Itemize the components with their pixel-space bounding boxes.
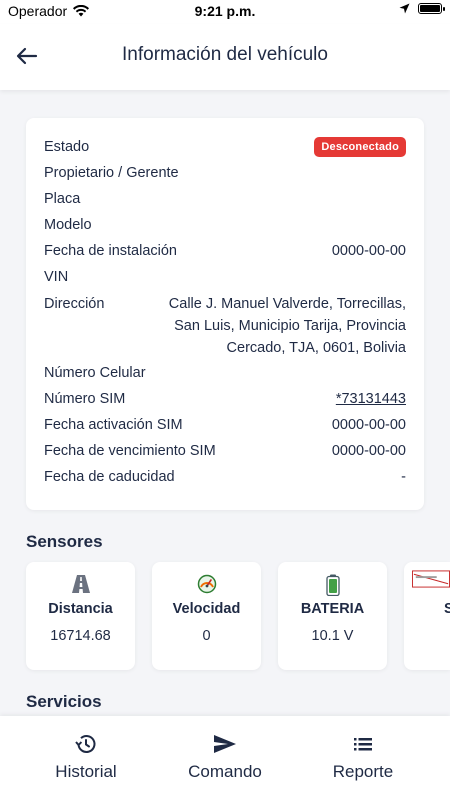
modelo-label: Modelo: [44, 217, 92, 233]
sensor-label: S: [444, 601, 450, 617]
sensor-label: Distancia: [48, 601, 113, 617]
nav-historial-label: Historial: [55, 762, 117, 781]
send-icon: [150, 732, 300, 758]
sensor-card-bateria[interactable]: BATERIA 10.1 V: [278, 562, 387, 670]
sensor-value: 0: [202, 628, 211, 644]
fecha-vencimiento-row: Fecha de vencimiento SIM 0000-00-00: [44, 443, 406, 459]
speedometer-icon: [152, 574, 261, 596]
status-right: [399, 3, 445, 14]
numero-sim-label: Número SIM: [44, 391, 126, 407]
vehicle-info-card: Estado Desconectado Propietario / Gerent…: [26, 118, 424, 510]
services-section-title: Servicios: [26, 692, 102, 711]
sensor-card-partial[interactable]: S: [404, 562, 450, 670]
sensor-label: BATERIA: [300, 601, 365, 617]
numero-sim-link[interactable]: *73131443: [336, 391, 406, 407]
estado-label: Estado: [44, 139, 90, 155]
placa-label: Placa: [44, 191, 81, 207]
direccion-row: Dirección Calle J. Manuel Valverde, Torr…: [44, 293, 406, 359]
sensor-value: 16714.68: [50, 628, 111, 644]
bottom-nav: Historial Comando Reporte: [0, 716, 450, 800]
numero-sim-row: Número SIM *73131443: [44, 391, 406, 407]
propietario-row: Propietario / Gerente: [44, 165, 406, 181]
nav-comando[interactable]: Comando: [150, 732, 300, 782]
clock: 9:21 p.m.: [194, 3, 256, 19]
list-icon: [288, 732, 438, 758]
nav-historial[interactable]: Historial: [11, 732, 161, 782]
status-bar: Operador 9:21 p.m.: [0, 0, 450, 24]
fecha-instalacion-row: Fecha de instalación 0000-00-00: [44, 243, 406, 259]
sensor-card-velocidad[interactable]: Velocidad 0: [152, 562, 261, 670]
vin-label: VIN: [44, 269, 69, 285]
fecha-activacion-row: Fecha activación SIM 0000-00-00: [44, 417, 406, 433]
nav-comando-label: Comando: [188, 762, 262, 781]
road-icon: [26, 574, 135, 596]
history-icon: [11, 732, 161, 758]
direccion-label: Dirección: [44, 296, 105, 312]
sensor-image-icon: [404, 570, 450, 592]
status-badge: Desconectado: [314, 137, 406, 157]
page-title: Información del vehículo: [122, 44, 328, 65]
sensor-label: Velocidad: [172, 601, 241, 617]
vin-row: VIN: [44, 269, 406, 285]
numero-celular-label: Número Celular: [44, 365, 146, 381]
battery-icon: [278, 574, 387, 596]
fecha-activacion-value: 0000-00-00: [331, 417, 406, 433]
location-arrow-icon: [399, 3, 410, 14]
fecha-instalacion-label: Fecha de instalación: [44, 243, 177, 259]
fecha-caducidad-value: -: [401, 469, 406, 485]
fecha-vencimiento-label: Fecha de vencimiento SIM: [44, 443, 216, 459]
sensor-value: 10.1 V: [311, 628, 354, 644]
direccion-value: Calle J. Manuel Valverde, Torrecillas, S…: [168, 296, 406, 356]
nav-reporte[interactable]: Reporte: [288, 732, 438, 782]
sensor-card-distancia[interactable]: Distancia 16714.68: [26, 562, 135, 670]
sensors-section-title: Sensores: [26, 532, 103, 551]
fecha-caducidad-label: Fecha de caducidad: [44, 469, 175, 485]
battery-status-icon: [418, 3, 445, 14]
fecha-caducidad-row: Fecha de caducidad -: [44, 469, 406, 485]
fecha-activacion-label: Fecha activación SIM: [44, 417, 183, 433]
fecha-vencimiento-value: 0000-00-00: [331, 443, 406, 459]
propietario-label: Propietario / Gerente: [44, 165, 179, 181]
fecha-instalacion-value: 0000-00-00: [331, 243, 406, 259]
estado-row: Estado Desconectado: [44, 137, 406, 157]
placa-row: Placa: [44, 191, 406, 207]
modelo-row: Modelo: [44, 217, 406, 233]
app-header: Información del vehículo: [0, 24, 450, 90]
numero-celular-row: Número Celular: [44, 365, 406, 381]
nav-reporte-label: Reporte: [332, 762, 394, 781]
